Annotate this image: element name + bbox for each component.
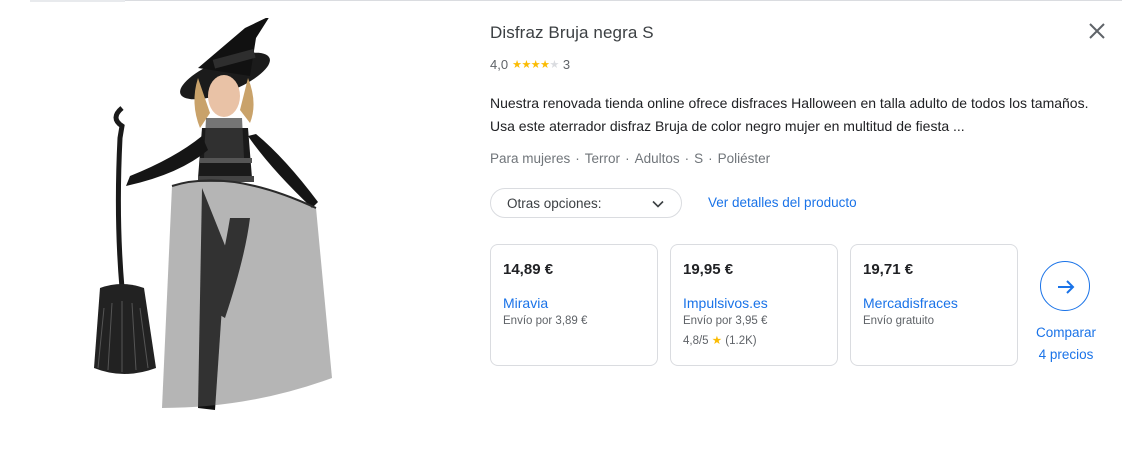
- offer-store-link[interactable]: Mercadisfraces: [863, 295, 958, 311]
- offer-card[interactable]: 19,71 € Mercadisfraces Envío gratuito: [850, 244, 1018, 366]
- arrow-right-icon: [1058, 280, 1075, 294]
- product-attributes: Para mujeres · Terror · Adultos · S · Poliéster: [490, 151, 771, 166]
- offer-shipping: Envío por 3,89 €: [503, 315, 588, 327]
- rating-value: 4,0: [490, 57, 509, 72]
- store-rating: 4,8/5 ★ (1.2K): [683, 333, 757, 347]
- product-description: Nuestra renovada tienda online ofrece di…: [490, 92, 1100, 138]
- view-product-details-link[interactable]: Ver detalles del producto: [708, 195, 857, 210]
- offer-price: 14,89 €: [503, 261, 554, 278]
- description-line: Usa este aterrador disfraz Bruja de colo…: [490, 118, 965, 134]
- other-options-dropdown[interactable]: Otras opciones:: [490, 188, 682, 218]
- compare-prices-label[interactable]: Comparar 4 precios: [1024, 322, 1108, 366]
- store-rating-count: (1.2K): [725, 335, 757, 347]
- top-divider: [0, 0, 1122, 1]
- options-label: Otras opciones:: [507, 195, 602, 211]
- offer-price: 19,71 €: [863, 261, 914, 278]
- store-rating-value: 4,8/5: [683, 335, 709, 347]
- chevron-down-icon: [652, 200, 664, 208]
- offer-store-link[interactable]: Impulsivos.es: [683, 295, 768, 311]
- compare-line: 4 precios: [1038, 347, 1094, 362]
- tab-indicator: [30, 0, 125, 2]
- offer-card[interactable]: 19,95 € Impulsivos.es Envío por 3,95 € 4…: [670, 244, 838, 366]
- close-icon[interactable]: [1086, 20, 1108, 42]
- attribute: Para mujeres: [490, 151, 571, 166]
- product-image: [94, 18, 332, 410]
- offer-shipping: Envío gratuito: [863, 315, 934, 327]
- compare-line: Comparar: [1035, 325, 1097, 340]
- attribute: S: [694, 151, 704, 166]
- rating-row: 4,0 ★★★★★ 3: [490, 57, 570, 72]
- offer-card[interactable]: 14,89 € Miravia Envío por 3,89 €: [490, 244, 658, 366]
- review-count[interactable]: 3: [563, 57, 570, 72]
- offer-shipping: Envío por 3,95 €: [683, 315, 768, 327]
- star-icon: ★: [711, 335, 723, 347]
- offer-store-link[interactable]: Miravia: [503, 295, 548, 311]
- attribute: Terror: [584, 151, 621, 166]
- rating-stars: ★★★★★: [512, 59, 559, 71]
- product-title: Disfraz Bruja negra S: [490, 23, 654, 42]
- attribute: Adultos: [634, 151, 680, 166]
- attribute: Poliéster: [717, 151, 771, 166]
- description-line: Nuestra renovada tienda online ofrece di…: [490, 95, 1089, 111]
- compare-prices-button[interactable]: [1040, 261, 1090, 311]
- offer-price: 19,95 €: [683, 261, 734, 278]
